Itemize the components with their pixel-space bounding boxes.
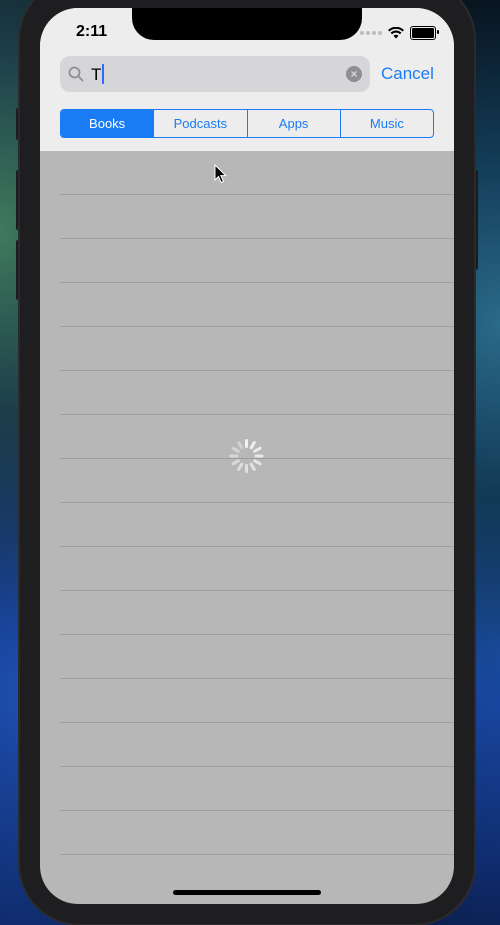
search-input[interactable]: T × (60, 56, 370, 92)
list-item (60, 503, 454, 547)
list-item (60, 283, 454, 327)
list-item (60, 723, 454, 767)
list-item (60, 239, 454, 283)
scope-segment-podcasts[interactable]: Podcasts (153, 110, 246, 137)
list-item (60, 679, 454, 723)
scope-segment-music[interactable]: Music (339, 110, 433, 137)
list-item (60, 635, 454, 679)
text-caret (102, 64, 105, 84)
scope-segment-apps[interactable]: Apps (246, 110, 340, 137)
status-time: 2:11 (76, 23, 108, 40)
results-list (60, 151, 454, 855)
wifi-icon (388, 27, 404, 39)
notch (132, 8, 362, 40)
status-icons (360, 26, 439, 40)
list-item (60, 811, 454, 855)
clear-text-button[interactable]: × (346, 66, 362, 82)
home-indicator[interactable] (173, 890, 321, 895)
list-item (60, 547, 454, 591)
battery-icon (410, 26, 439, 40)
mouse-pointer-icon (214, 164, 228, 184)
cellular-dots-icon (360, 31, 382, 35)
list-item (60, 591, 454, 635)
list-item (60, 195, 454, 239)
search-icon (68, 66, 84, 82)
loading-spinner-icon (229, 438, 265, 474)
scope-segment-books[interactable]: Books (61, 110, 154, 137)
cancel-button[interactable]: Cancel (381, 64, 434, 84)
list-item (60, 327, 454, 371)
list-item (60, 151, 454, 195)
phone-screen: 2:11 T × Cancel Books Podcasts Apps Musi… (40, 8, 454, 904)
list-item (60, 371, 454, 415)
scope-segmented-control: Books Podcasts Apps Music (60, 109, 434, 138)
search-input-value[interactable]: T (91, 64, 105, 85)
list-item (60, 767, 454, 811)
